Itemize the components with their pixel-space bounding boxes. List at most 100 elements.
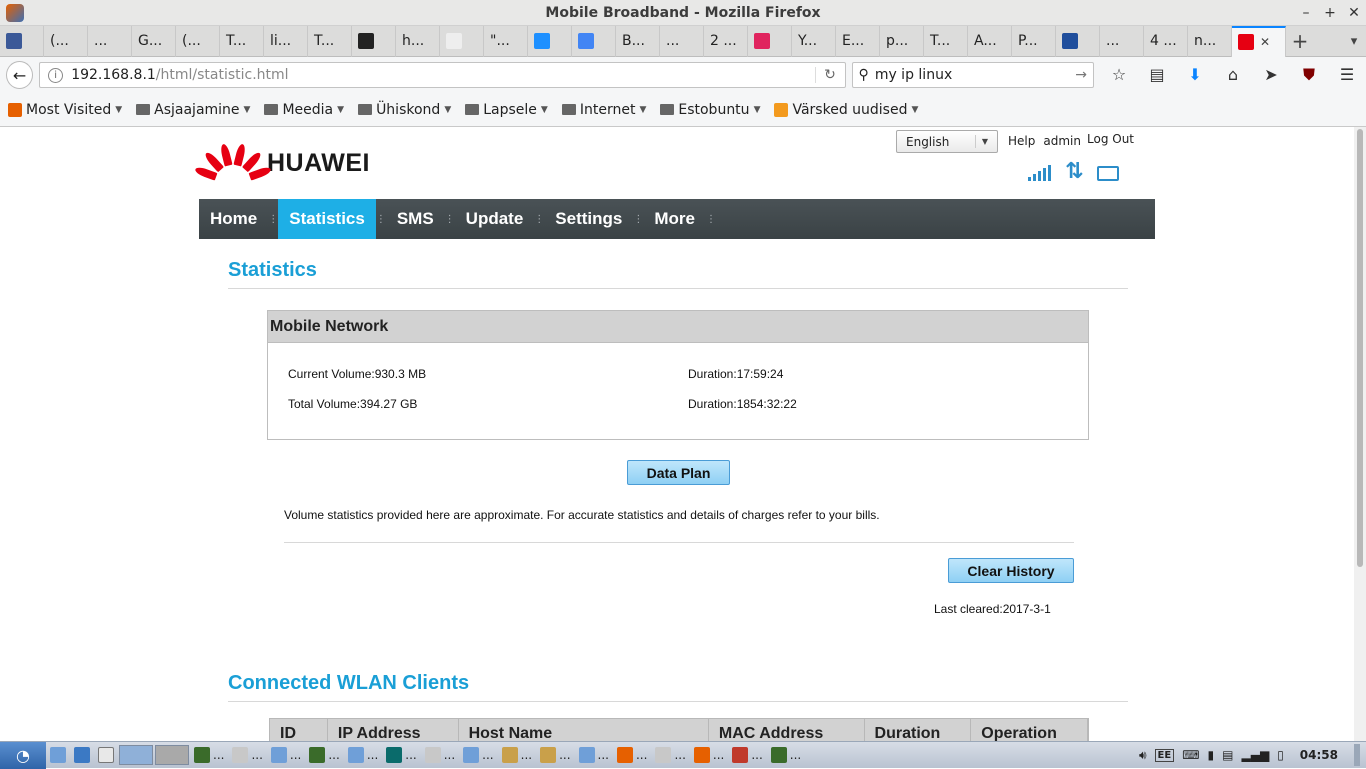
bookmark-5[interactable]: Internet ▼ — [561, 102, 646, 118]
battery-icon[interactable]: ▯ — [1277, 748, 1284, 762]
bookmark-3[interactable]: Ühiskond ▼ — [358, 102, 451, 118]
tab-11[interactable]: "... — [484, 25, 528, 57]
ublock-icon[interactable]: ⛊ — [1290, 65, 1328, 85]
clipboard-icon[interactable]: ▤ — [1222, 748, 1233, 762]
taskbar-item[interactable]: ... — [728, 742, 766, 769]
taskbar-item[interactable]: ... — [344, 742, 382, 769]
send-icon[interactable]: ➤ — [1252, 65, 1290, 85]
tab-3[interactable]: G... — [132, 25, 176, 57]
menu-item-update[interactable]: Update — [455, 199, 535, 239]
data-plan-button[interactable]: Data Plan — [627, 460, 730, 485]
keyboard-icon[interactable]: ⌨ — [1182, 748, 1199, 762]
bookmark-6[interactable]: Estobuntu ▼ — [660, 102, 760, 118]
menu-icon[interactable]: ☰ — [1328, 65, 1366, 85]
taskbar-item[interactable]: ... — [575, 742, 613, 769]
tab-0[interactable] — [0, 25, 44, 57]
close-tab-icon[interactable]: ✕ — [1260, 35, 1270, 49]
language-select[interactable]: English ▼ — [896, 130, 998, 153]
file-manager-icon[interactable] — [46, 742, 70, 769]
help-link[interactable]: Help — [1008, 134, 1035, 148]
url-bar[interactable]: i 192.168.8.1/html/statistic.html ↻ — [39, 62, 846, 88]
menu-item-home[interactable]: Home — [199, 199, 268, 239]
tab-8[interactable] — [352, 25, 396, 57]
show-desktop-icon[interactable] — [1354, 744, 1360, 766]
tab-21[interactable]: T... — [924, 25, 968, 57]
tab-12[interactable] — [528, 25, 572, 57]
tab-7[interactable]: T... — [308, 25, 352, 57]
tab-5[interactable]: T... — [220, 25, 264, 57]
tab-15[interactable]: ... — [660, 25, 704, 57]
bookmark-star-icon[interactable]: ☆ — [1100, 65, 1138, 85]
vertical-scrollbar[interactable] — [1354, 127, 1366, 741]
search-bar[interactable]: ⚲ my ip linux → — [851, 62, 1094, 88]
tab-26[interactable]: 4 ... — [1144, 25, 1188, 57]
bookmark-1[interactable]: Asjaajamine ▼ — [136, 102, 250, 118]
home-icon[interactable]: ⌂ — [1214, 65, 1252, 85]
bookmark-4[interactable]: Lapsele ▼ — [465, 102, 548, 118]
bookmark-2[interactable]: Meedia ▼ — [264, 102, 344, 118]
taskbar-item[interactable]: ... — [498, 742, 536, 769]
taskbar-item[interactable]: ... — [613, 742, 651, 769]
huawei-logo[interactable]: HUAWEI — [194, 141, 370, 185]
tab-6[interactable]: li... — [264, 25, 308, 57]
menu-item-more[interactable]: More — [643, 199, 706, 239]
logout-link[interactable]: Log Out — [1087, 132, 1134, 146]
taskbar-item[interactable]: ... — [421, 742, 459, 769]
menu-item-settings[interactable]: Settings — [544, 199, 633, 239]
tab-16[interactable]: 2 ... — [704, 25, 748, 57]
taskbar-item[interactable]: ... — [767, 742, 805, 769]
bookmark-7[interactable]: Värsked uudised ▼ — [774, 102, 918, 118]
tab-23[interactable]: P... — [1012, 25, 1056, 57]
taskbar-item[interactable]: ... — [651, 742, 689, 769]
volume-icon[interactable]: 🔊︎ — [1139, 748, 1147, 763]
downloads-icon[interactable]: ⬇ — [1176, 65, 1214, 85]
desktop-2[interactable] — [155, 745, 189, 765]
tab-22[interactable]: A... — [968, 25, 1012, 57]
tab-14[interactable]: B... — [616, 25, 660, 57]
taskbar-item[interactable]: ... — [228, 742, 266, 769]
minimize-icon[interactable]: – — [1294, 5, 1318, 21]
back-button[interactable]: ← — [6, 61, 34, 89]
tab-25[interactable]: ... — [1100, 25, 1144, 57]
tab-27[interactable]: n... — [1188, 25, 1232, 57]
signal-tray-icon[interactable]: ▂▄▆ — [1242, 748, 1270, 762]
taskbar-item[interactable]: ... — [536, 742, 574, 769]
search-go-icon[interactable]: → — [1075, 67, 1087, 83]
tab-2[interactable]: ... — [88, 25, 132, 57]
taskbar-item[interactable]: ... — [190, 742, 228, 769]
tab-4[interactable]: (... — [176, 25, 220, 57]
tab-10[interactable] — [440, 25, 484, 57]
tab-9[interactable]: h... — [396, 25, 440, 57]
maximize-icon[interactable]: + — [1318, 5, 1342, 21]
desktop-1[interactable] — [119, 745, 153, 765]
start-menu-icon[interactable]: ◔ — [0, 741, 46, 769]
scrollbar-thumb[interactable] — [1357, 129, 1363, 567]
tab-1[interactable]: (... — [44, 25, 88, 57]
tab-active[interactable]: ✕ — [1232, 25, 1286, 57]
tab-18[interactable]: Y... — [792, 25, 836, 57]
tab-24[interactable] — [1056, 25, 1100, 57]
tab-13[interactable] — [572, 25, 616, 57]
new-tab-icon[interactable]: + — [1286, 29, 1314, 53]
clear-history-button[interactable]: Clear History — [948, 558, 1074, 583]
taskbar-item[interactable]: ... — [459, 742, 497, 769]
taskbar-item[interactable]: ... — [690, 742, 728, 769]
taskbar-item[interactable]: ... — [382, 742, 420, 769]
reading-list-icon[interactable]: ▤ — [1138, 65, 1176, 85]
menu-item-sms[interactable]: SMS — [386, 199, 445, 239]
window-app-icon[interactable] — [94, 742, 118, 769]
tab-list-icon[interactable]: ▾ — [1342, 34, 1366, 49]
keyboard-layout[interactable]: EE — [1154, 748, 1175, 762]
taskbar-item[interactable]: ... — [267, 742, 305, 769]
taskbar-item[interactable]: ... — [305, 742, 343, 769]
reload-icon[interactable]: ↻ — [814, 67, 845, 83]
tab-19[interactable]: E... — [836, 25, 880, 57]
settings-app-icon[interactable] — [70, 742, 94, 769]
close-window-icon[interactable]: ✕ — [1342, 5, 1366, 21]
search-input[interactable]: my ip linux — [875, 67, 952, 83]
network-icon[interactable]: ▮ — [1208, 748, 1215, 762]
bookmark-0[interactable]: Most Visited ▼ — [8, 102, 122, 118]
tab-17[interactable] — [748, 25, 792, 57]
menu-item-statistics[interactable]: Statistics — [278, 199, 376, 239]
tab-20[interactable]: p... — [880, 25, 924, 57]
